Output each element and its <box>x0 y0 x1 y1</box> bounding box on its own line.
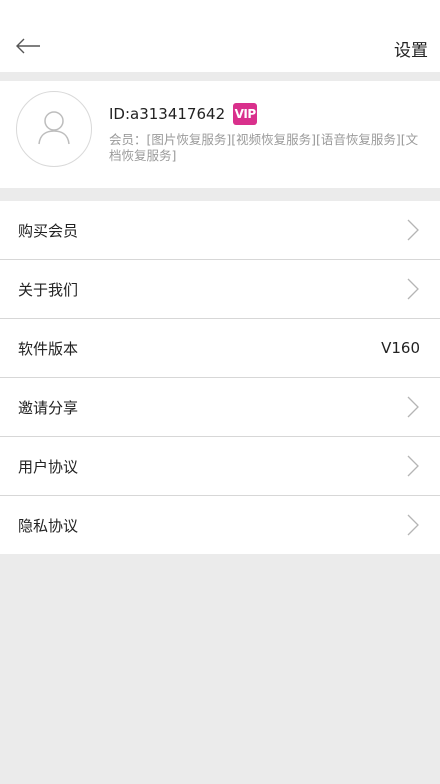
menu-item-buy-membership[interactable]: 购买会员 <box>0 201 440 260</box>
settings-menu: 购买会员 关于我们 软件版本 V160 邀请分享 用户协议 隐私协议 <box>0 201 440 554</box>
menu-item-invite-share[interactable]: 邀请分享 <box>0 378 440 437</box>
menu-item-privacy-agreement[interactable]: 隐私协议 <box>0 496 440 554</box>
menu-item-user-agreement[interactable]: 用户协议 <box>0 437 440 496</box>
menu-item-label: 购买会员 <box>18 221 79 240</box>
chevron-right-icon <box>406 496 420 554</box>
menu-item-about-us[interactable]: 关于我们 <box>0 260 440 319</box>
chevron-right-icon <box>406 260 420 318</box>
profile-card: ID:a313417642 VIP 会员：[图片恢复服务][视频恢复服务][语音… <box>0 81 440 188</box>
chevron-right-icon <box>406 378 420 436</box>
user-id: ID:a313417642 <box>109 105 226 123</box>
menu-item-software-version: 软件版本 V160 <box>0 319 440 378</box>
membership-text: 会员：[图片恢复服务][视频恢复服务][语音恢复服务][文档恢复服务] <box>109 132 419 163</box>
user-id-row: ID:a313417642 VIP <box>109 103 258 125</box>
menu-item-label: 关于我们 <box>18 280 79 299</box>
header-bar: 设置 <box>0 0 440 72</box>
menu-item-label: 邀请分享 <box>18 398 79 417</box>
chevron-right-icon <box>406 437 420 495</box>
arrow-left-icon <box>15 38 41 58</box>
chevron-right-icon <box>406 201 420 259</box>
page-title: 设置 <box>394 41 428 61</box>
vip-badge: VIP <box>233 103 258 125</box>
menu-item-label: 用户协议 <box>18 457 79 476</box>
version-value: V160 <box>381 339 420 357</box>
menu-item-label: 隐私协议 <box>18 516 79 535</box>
user-avatar-icon <box>34 107 74 151</box>
avatar[interactable] <box>16 91 92 167</box>
menu-item-label: 软件版本 <box>18 339 79 358</box>
back-button[interactable] <box>10 30 46 66</box>
